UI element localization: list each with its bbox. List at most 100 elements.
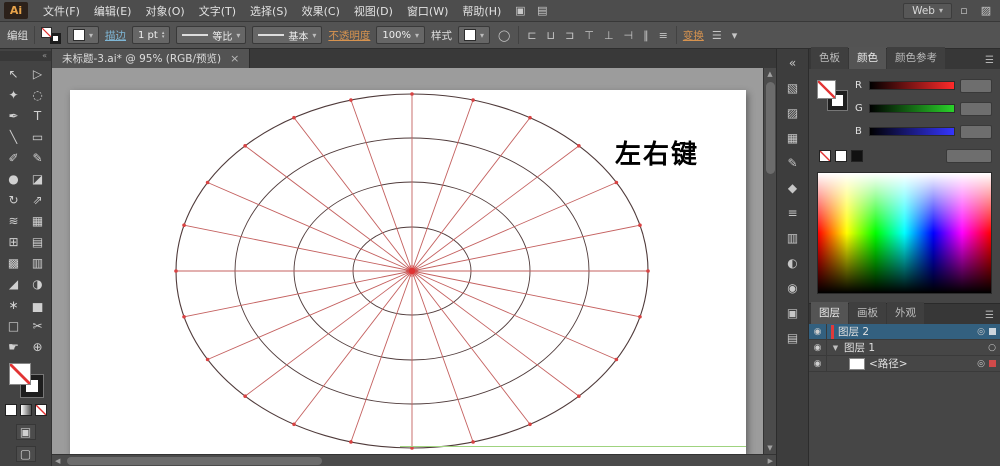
selection-tool[interactable]: ↖ [2, 63, 26, 84]
channel-value-input-g[interactable] [960, 101, 992, 116]
stroke-color-dropdown[interactable]: ▾ [67, 26, 100, 44]
layer-row-path[interactable]: ◉ <路径> ◎ [809, 356, 1000, 372]
lasso-tool[interactable]: ◌ [26, 84, 50, 105]
layers-panel-menu-icon[interactable]: ☰ [985, 310, 1000, 324]
color-panel-menu-icon[interactable]: ☰ [985, 55, 1000, 69]
brushes-panel-icon[interactable]: ✎ [782, 153, 804, 172]
horizontal-scrollbar[interactable]: ◀ ▶ [52, 454, 776, 466]
collapse-tools-icon[interactable]: « [0, 51, 51, 61]
close-icon[interactable]: × [230, 52, 239, 65]
fill-swatch[interactable] [817, 80, 836, 99]
fill-stroke-indicator[interactable] [41, 26, 61, 44]
distribute-v-icon[interactable]: ≡ [657, 29, 670, 42]
distribute-h-icon[interactable]: ∥ [641, 29, 651, 42]
workspace-switcher[interactable]: Web ▾ [903, 2, 952, 19]
panel-toggle-b-icon[interactable]: ▨ [976, 4, 996, 17]
none-swatch[interactable] [819, 150, 831, 162]
tab-layers[interactable]: 图层 [811, 302, 848, 324]
document-tab[interactable]: 未标题-3.ai* @ 95% (RGB/预览) × [52, 49, 251, 68]
menu-item-select[interactable]: 选择(S) [243, 1, 295, 21]
collapse-panel-icon[interactable]: « [782, 53, 804, 72]
scale-tool[interactable]: ⇗ [26, 189, 50, 210]
visibility-toggle[interactable]: ◉ [809, 324, 827, 339]
eraser-tool[interactable]: ◪ [26, 168, 50, 189]
tab-color[interactable]: 颜色 [849, 47, 886, 69]
vertical-scrollbar[interactable]: ▲ ▼ [763, 68, 776, 454]
panel-menu-icon[interactable]: ☰ [710, 29, 724, 42]
align-top-icon[interactable]: ⊤ [582, 29, 596, 42]
rectangle-tool[interactable]: ▭ [26, 126, 50, 147]
perspective-grid-tool[interactable]: ▤ [26, 231, 50, 252]
color-panel-icon[interactable]: ▧ [782, 78, 804, 97]
layer-name[interactable]: 图层 2 [838, 324, 869, 339]
color-mode-button[interactable] [4, 404, 17, 416]
zoom-tool[interactable]: ⊕ [26, 336, 50, 357]
menu-item-window[interactable]: 窗口(W) [400, 1, 455, 21]
align-right-icon[interactable]: ⊐ [563, 29, 576, 42]
channel-slider-g[interactable] [869, 104, 955, 113]
menu-item-object[interactable]: 对象(O) [138, 1, 191, 21]
scroll-right-icon[interactable]: ▶ [768, 455, 773, 466]
shape-builder-tool[interactable]: ⊞ [2, 231, 26, 252]
layer-name[interactable]: <路径> [869, 356, 908, 371]
style-dropdown[interactable]: ▾ [457, 26, 490, 44]
black-swatch[interactable] [851, 150, 863, 162]
fill-swatch[interactable] [8, 363, 31, 385]
gradient-panel-icon[interactable]: ▥ [782, 228, 804, 247]
rotate-tool[interactable]: ↻ [2, 189, 26, 210]
artboard-tool[interactable]: □ [2, 315, 26, 336]
menu-item-help[interactable]: 帮助(H) [455, 1, 508, 21]
transform-panel-link[interactable]: 变换 [683, 28, 704, 43]
pencil-tool[interactable]: ✎ [26, 147, 50, 168]
column-graph-tool[interactable]: ▅ [26, 294, 50, 315]
menu-item-file[interactable]: 文件(F) [36, 1, 87, 21]
menu-item-view[interactable]: 视图(D) [347, 1, 400, 21]
screen-mode-button[interactable]: ▢ [15, 446, 36, 462]
transparency-panel-icon[interactable]: ◐ [782, 253, 804, 272]
tab-swatches[interactable]: 色板 [811, 47, 848, 69]
menu-item-edit[interactable]: 编辑(E) [87, 1, 139, 21]
fill-stroke-indicator[interactable] [817, 80, 847, 110]
eyedropper-tool[interactable]: ◢ [2, 273, 26, 294]
tab-artboards[interactable]: 画板 [849, 302, 886, 324]
white-swatch[interactable] [835, 150, 847, 162]
paintbrush-tool[interactable]: ✐ [2, 147, 26, 168]
target-circle-icon[interactable]: ◎ [977, 359, 985, 369]
drawing-mode-button[interactable]: ▣ [15, 424, 36, 440]
opacity-panel-link[interactable]: 不透明度 [328, 28, 370, 43]
stepper-icons[interactable]: ▴ ▾ [162, 31, 165, 40]
scroll-left-icon[interactable]: ◀ [55, 455, 60, 466]
scroll-up-icon[interactable]: ▲ [767, 68, 772, 80]
color-guide-panel-icon[interactable]: ▨ [782, 103, 804, 122]
magic-wand-tool[interactable]: ✦ [2, 84, 26, 105]
layer-name[interactable]: 图层 1 [844, 340, 875, 355]
channel-slider-b[interactable] [869, 127, 955, 136]
opacity-value-dropdown[interactable]: 100% ▾ [376, 26, 425, 44]
layer-row-layer-2[interactable]: ◉ 图层 2 ◎ [809, 324, 1000, 340]
more-options-icon[interactable]: ▾ [730, 29, 740, 42]
none-mode-button[interactable] [34, 404, 47, 416]
symbols-panel-icon[interactable]: ◆ [782, 178, 804, 197]
hand-tool[interactable]: ☛ [2, 336, 26, 357]
menu-item-effect[interactable]: 效果(C) [295, 1, 347, 21]
blend-tool[interactable]: ◑ [26, 273, 50, 294]
hex-value-input[interactable] [946, 149, 992, 163]
width-tool[interactable]: ≋ [2, 210, 26, 231]
menu-item-type[interactable]: 文字(T) [192, 1, 243, 21]
horizontal-scroll-thumb[interactable] [67, 457, 322, 465]
canvas-viewport[interactable]: 左右键 [52, 68, 763, 454]
target-circle-icon[interactable]: ◎ [977, 327, 985, 337]
document-setup-icon[interactable]: ◯ [496, 29, 512, 42]
stroke-panel-link[interactable]: 描边 [105, 28, 126, 43]
align-middle-icon[interactable]: ⊥ [602, 29, 616, 42]
target-circle-icon[interactable]: ○ [988, 343, 996, 353]
tab-appearance[interactable]: 外观 [887, 302, 924, 324]
align-left-icon[interactable]: ⊏ [525, 29, 538, 42]
navigator-panel-icon[interactable]: ▤ [782, 328, 804, 347]
stroke-width-input[interactable]: 1 pt ▴ ▾ [132, 26, 171, 44]
disclosure-triangle-icon[interactable]: ▼ [831, 344, 840, 352]
spin-down-icon[interactable]: ▾ [162, 35, 165, 40]
gradient-mode-button[interactable] [19, 404, 32, 416]
bridge-icon[interactable]: ▣ [510, 4, 530, 17]
align-center-h-icon[interactable]: ⊔ [545, 29, 558, 42]
